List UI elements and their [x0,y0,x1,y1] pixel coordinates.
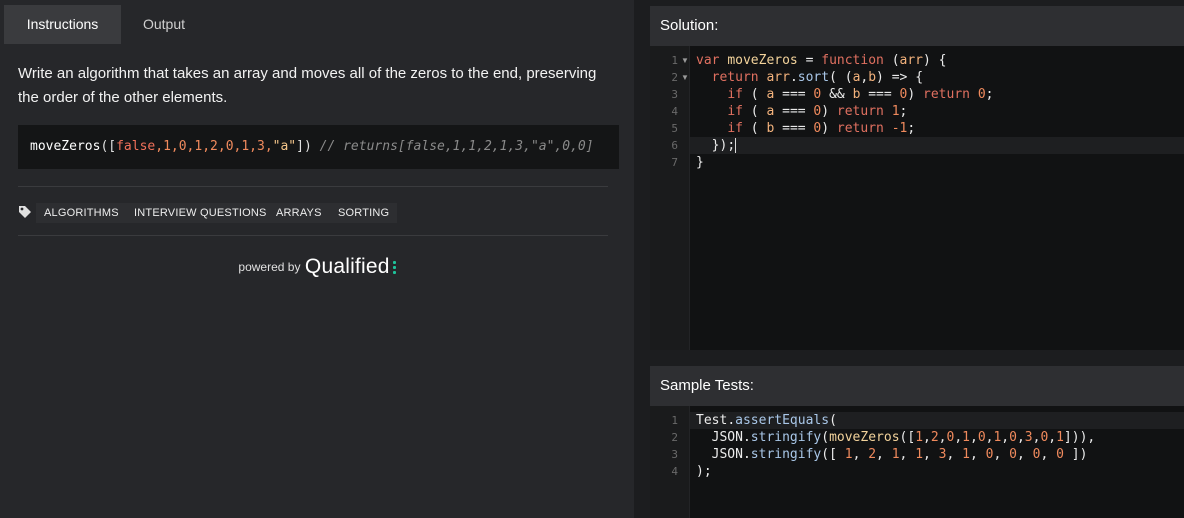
sample-tests-code[interactable]: Test.assertEquals( JSON.stringify(moveZe… [696,406,1184,518]
task-description: Write an algorithm that takes an array a… [18,65,597,106]
line-number: 4 [671,465,678,478]
code-line: if ( a === 0 && b === 0) return 0; [727,87,994,102]
line-number: 6 [671,139,678,152]
sample-tests-editor[interactable]: 1 2 3 4 Test.assertEquals( JSON.stringif… [650,406,1184,518]
example-false: false [116,139,156,154]
code-line: }); [711,138,737,153]
line-number: 2 [671,71,678,84]
example-comment: // returns[false,1,1,2,1,3,"a",0,0] [319,139,594,154]
tag-sorting[interactable]: SORTING [330,203,398,223]
line-gutter: 1 ▼ 2 ▼ 3 4 5 6 7 [650,46,690,350]
example-fn: moveZeros [30,139,101,154]
line-number: 4 [671,105,678,118]
code-line: if ( a === 0) return 1; [727,104,908,119]
tag-list: ALGORITHMS INTERVIEW QUESTIONS ARRAYS SO… [18,203,618,223]
powered-by-label: powered by [238,260,301,274]
code-line: JSON.stringify(moveZeros([1,2,0,1,0,1,0,… [711,430,1096,445]
sample-tests-title: Sample Tests: [650,366,1184,406]
example-open: ([ [100,139,117,154]
code-line: var moveZeros = function (arr) { [696,53,947,68]
tab-bar: Instructions Output [0,5,634,44]
line-gutter: 1 2 3 4 [650,406,690,518]
tag-icon [19,206,31,218]
qualified-logo-dots [392,259,396,275]
code-line: } [696,155,704,170]
powered-by: powered by Qualified [0,255,634,279]
line-number: 2 [671,431,678,444]
line-number: 7 [671,156,678,169]
tag-interview-questions[interactable]: INTERVIEW QUESTIONS [126,203,275,223]
line-number: 1 [671,54,678,67]
line-number: 3 [671,88,678,101]
fold-arrow-icon[interactable]: ▼ [681,69,689,86]
divider [18,186,608,187]
tag-algorithms[interactable]: ALGORITHMS [36,203,127,223]
instructions-panel: Instructions Output Write an algorithm t… [0,0,634,518]
solution-title: Solution: [650,6,1184,46]
solution-code[interactable]: var moveZeros = function (arr) { return … [696,46,1184,350]
divider [18,235,608,236]
example-code: moveZeros([false,1,0,1,2,0,1,3,"a"]) // … [18,125,619,169]
tab-instructions[interactable]: Instructions [4,5,121,44]
tab-output[interactable]: Output [121,5,207,44]
line-number: 1 [671,414,678,427]
text-cursor [735,138,737,153]
solution-panel: Solution: 1 ▼ 2 ▼ 3 4 5 6 7 var moveZero… [650,6,1184,350]
example-nums: ,1,0,1,2,0,1,3, [155,139,273,154]
example-close: ]) [296,139,312,154]
code-line: Test.assertEquals( [696,413,837,428]
example-string: "a" [272,139,297,154]
fold-arrow-icon[interactable]: ▼ [681,52,689,69]
sample-tests-panel: Sample Tests: 1 2 3 4 Test.assertEquals(… [650,366,1184,518]
code-line: ); [696,464,712,479]
line-number: 5 [671,122,678,135]
tag-arrays[interactable]: ARRAYS [268,203,330,223]
code-line: return arr.sort( (a,b) => { [711,70,924,85]
solution-editor[interactable]: 1 ▼ 2 ▼ 3 4 5 6 7 var moveZeros = functi… [650,46,1184,350]
code-line: if ( b === 0) return -1; [727,121,916,136]
qualified-logo[interactable]: Qualified [305,255,390,278]
code-line: JSON.stringify([ 1, 2, 1, 1, 3, 1, 0, 0,… [711,447,1088,462]
line-number: 3 [671,448,678,461]
